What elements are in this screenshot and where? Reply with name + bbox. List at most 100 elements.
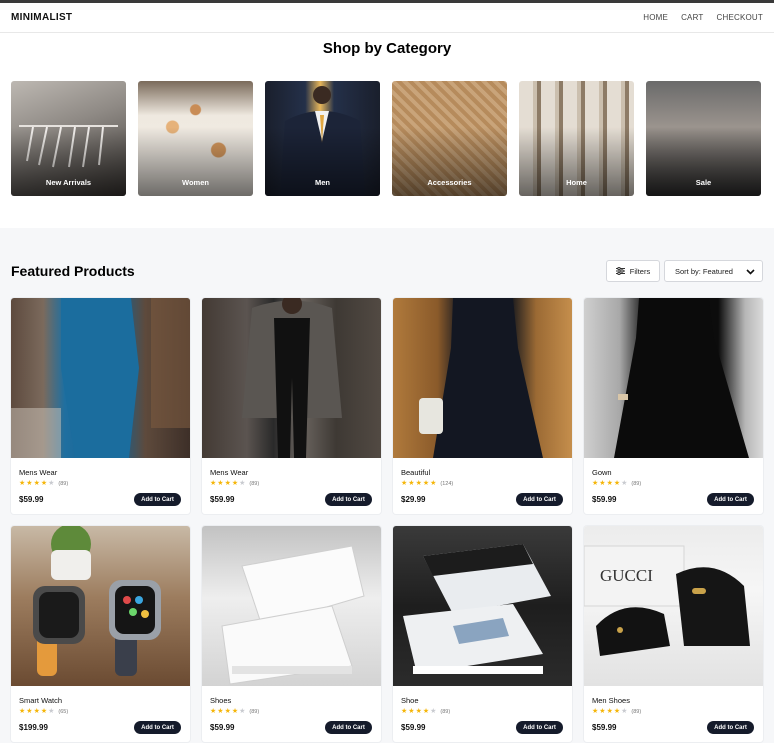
sort-dropdown[interactable]: Sort by: Featured — [664, 260, 763, 282]
nav-link-cart[interactable]: CART — [681, 13, 703, 22]
rating-stars: ★ ★ ★ ★ ★ (124) — [401, 480, 453, 487]
star-icon: ★ — [48, 480, 55, 487]
star-icon: ★ — [239, 708, 246, 715]
product-image[interactable] — [11, 526, 190, 686]
product-image[interactable] — [584, 298, 763, 458]
nav-link-home[interactable]: HOME — [643, 13, 668, 22]
sort-label: Sort by: Featured — [675, 266, 733, 276]
rating-stars: ★ ★ ★ ★ ★ (89) — [210, 708, 259, 715]
product-image[interactable] — [393, 526, 572, 686]
star-icon: ★ — [599, 708, 606, 715]
star-icon: ★ — [430, 480, 437, 487]
star-icon: ★ — [613, 708, 621, 715]
product-name: Mens Wear — [19, 468, 58, 477]
star-icon: ★ — [613, 480, 621, 487]
review-count: (89) — [440, 708, 451, 715]
category-label: Men — [315, 178, 330, 187]
review-count: (89) — [58, 480, 69, 487]
category-tile-men[interactable]: Men — [265, 81, 380, 196]
product-image[interactable] — [202, 298, 381, 458]
add-to-cart-button[interactable]: Add to Cart — [134, 721, 181, 734]
star-icon: ★ — [217, 480, 224, 487]
product-card[interactable]: Shoes ★ ★ ★ ★ ★ (89) $59.99 Add to Cart — [202, 526, 381, 742]
star-icon: ★ — [415, 480, 422, 487]
rating-stars: ★ ★ ★ ★ ★ (89) — [401, 708, 450, 715]
star-icon: ★ — [401, 708, 408, 715]
review-count: (65) — [58, 708, 69, 715]
product-card[interactable]: GUCCI Men Shoes ★ ★ ★ ★ ★ (89) $59.99 Add to… — [584, 526, 763, 742]
nav-link-checkout[interactable]: CHECKOUT — [717, 13, 764, 22]
product-card[interactable]: Gown ★ ★ ★ ★ ★ (89) $59.99 Add to Cart — [584, 298, 763, 514]
star-icon: ★ — [606, 480, 613, 487]
add-to-cart-button[interactable]: Add to Cart — [516, 493, 563, 506]
product-grid: Mens Wear ★ ★ ★ ★ ★ (89) $59.99 Add to Cart … — [11, 298, 763, 742]
star-icon: ★ — [408, 708, 415, 715]
product-card[interactable]: Shoe ★ ★ ★ ★ ★ (89) $59.99 Add to Cart — [393, 526, 572, 742]
star-icon: ★ — [48, 708, 55, 715]
product-card[interactable]: Beautiful ★ ★ ★ ★ ★ (124) $29.99 Add to Cart — [393, 298, 572, 514]
product-card[interactable]: Mens Wear ★ ★ ★ ★ ★ (89) $59.99 Add to Cart — [202, 298, 381, 514]
add-to-cart-button[interactable]: Add to Cart — [707, 493, 754, 506]
category-tile-women[interactable]: Women — [138, 81, 253, 196]
nav-links: HOME CART CHECKOUT — [643, 13, 763, 22]
chevron-down-icon — [746, 269, 755, 275]
category-label: Women — [182, 178, 209, 187]
rating-stars: ★ ★ ★ ★ ★ (89) — [592, 708, 641, 715]
add-to-cart-button[interactable]: Add to Cart — [134, 493, 181, 506]
product-price: $59.99 — [210, 723, 235, 732]
product-price: $29.99 — [401, 495, 426, 504]
add-to-cart-button[interactable]: Add to Cart — [516, 721, 563, 734]
star-icon: ★ — [592, 480, 599, 487]
product-image[interactable] — [202, 526, 381, 686]
product-card[interactable]: Smart Watch ★ ★ ★ ★ ★ (65) $199.99 Add to Ca… — [11, 526, 190, 742]
category-tile-accessories[interactable]: Accessories — [392, 81, 507, 196]
star-icon: ★ — [430, 708, 437, 715]
product-name: Shoe — [401, 696, 419, 705]
star-icon: ★ — [19, 708, 26, 715]
star-icon: ★ — [606, 708, 613, 715]
product-price: $59.99 — [592, 723, 617, 732]
brand-logo[interactable]: MINIMALIST — [11, 12, 72, 23]
star-icon: ★ — [19, 480, 26, 487]
product-name: Men Shoes — [592, 696, 630, 705]
rating-stars: ★ ★ ★ ★ ★ (89) — [19, 480, 68, 487]
category-tile-new-arrivals[interactable]: New Arrivals — [11, 81, 126, 196]
star-icon: ★ — [239, 480, 246, 487]
rating-stars: ★ ★ ★ ★ ★ (89) — [592, 480, 641, 487]
category-label: Sale — [695, 178, 712, 187]
star-icon: ★ — [621, 480, 628, 487]
product-image[interactable] — [393, 298, 572, 458]
product-name: Shoes — [210, 696, 232, 705]
star-icon: ★ — [40, 480, 48, 487]
star-icon: ★ — [210, 480, 217, 487]
category-label: Accessories — [427, 178, 472, 187]
featured-section-title: Featured Products — [11, 263, 135, 279]
product-price: $59.99 — [401, 723, 426, 732]
category-section-title: Shop by Category — [322, 40, 452, 57]
star-icon: ★ — [422, 480, 430, 487]
category-label: New Arrivals — [45, 178, 92, 187]
review-count: (89) — [249, 708, 260, 715]
star-icon: ★ — [33, 708, 40, 715]
category-tile-sale[interactable]: Sale — [646, 81, 761, 196]
category-tile-home[interactable]: Home — [519, 81, 634, 196]
add-to-cart-button[interactable]: Add to Cart — [325, 493, 372, 506]
star-icon: ★ — [401, 480, 408, 487]
product-image[interactable] — [11, 298, 190, 458]
product-name: Beautiful — [401, 468, 431, 477]
star-icon: ★ — [415, 708, 422, 715]
star-icon: ★ — [26, 480, 33, 487]
add-to-cart-button[interactable]: Add to Cart — [707, 721, 754, 734]
product-image[interactable]: GUCCI — [584, 526, 763, 686]
product-card[interactable]: Mens Wear ★ ★ ★ ★ ★ (89) $59.99 Add to Cart — [11, 298, 190, 514]
star-icon: ★ — [422, 708, 430, 715]
star-icon: ★ — [231, 708, 239, 715]
product-price: $199.99 — [19, 723, 48, 732]
product-price: $59.99 — [210, 495, 235, 504]
filters-button[interactable]: Filters — [606, 260, 660, 282]
add-to-cart-button[interactable]: Add to Cart — [325, 721, 372, 734]
star-icon: ★ — [210, 708, 217, 715]
star-icon: ★ — [40, 708, 48, 715]
review-count: (89) — [631, 708, 642, 715]
star-icon: ★ — [408, 480, 415, 487]
